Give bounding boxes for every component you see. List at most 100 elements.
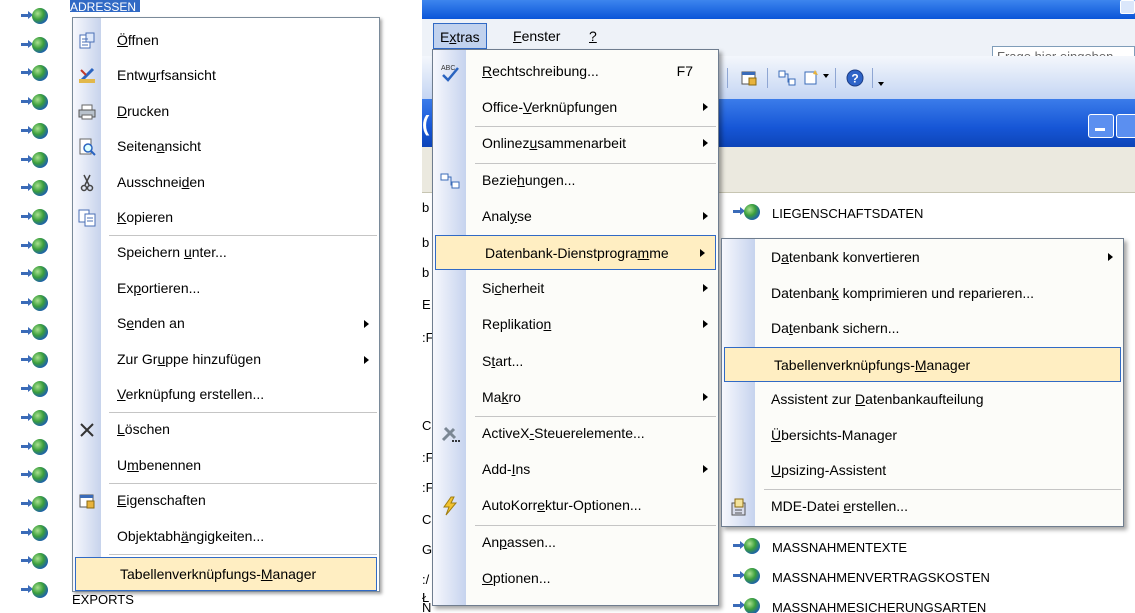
access-key: L [117,421,125,438]
table-link-icon[interactable] [20,295,60,317]
label-part: herheit [501,280,545,297]
cut-icon [78,174,96,192]
menu-item[interactable]: Office-Verknüpfungen [433,90,718,125]
new-object-icon[interactable] [802,69,820,87]
table-link-icon [732,204,772,226]
table-link-icon[interactable] [20,94,60,116]
context-menu-item[interactable]: Öffnen [73,24,379,58]
menu-item[interactable]: Sicherheit [433,271,718,306]
access-key: M [260,566,273,582]
label-part: Bezie [482,171,518,188]
toolbar-options-icon[interactable] [878,82,884,86]
label-part: Add- [482,461,512,478]
context-menu-item[interactable]: Exportieren... [73,272,379,306]
context-menu-item[interactable]: Zur Gruppe hinzufügen [73,343,379,377]
menu-extras[interactable]: Extras [433,23,487,49]
table-link-icon[interactable] [20,582,60,604]
menu-item[interactable]: MDE-Datei erstellen... [722,489,1123,524]
context-menu-item[interactable]: Ausschneiden [73,166,379,200]
menu-item[interactable]: ABC Rechtschreibung... F7 [433,54,718,89]
table-link-icon[interactable] [20,381,60,403]
object-label-exports[interactable]: EXPORTS [72,592,134,607]
context-menu-item-label: Seitenansicht [117,138,201,154]
toolbar-separator [727,68,728,88]
table-link-icon[interactable] [20,122,60,145]
table-link-icon[interactable] [20,36,60,59]
context-menu-item-label: Umbenennen [117,457,201,473]
table-link-icon[interactable] [20,180,60,202]
menu-item[interactable]: Tabellenverknüpfungs-Manager [724,346,1121,382]
access-key: p [133,279,142,296]
access-key: O [482,569,493,586]
table-link-icon[interactable] [20,151,60,174]
table-link-icon[interactable] [20,237,60,260]
menu-item[interactable]: Beziehungen... [433,163,718,198]
context-menu-item[interactable]: Drucken [73,95,379,129]
table-link-icon[interactable] [20,8,60,30]
access-key: a [781,249,789,265]
context-menu-item[interactable]: Seitenansicht [73,130,379,164]
relationships-icon[interactable] [778,69,796,87]
minimize-button[interactable] [1088,114,1114,138]
menu-item[interactable]: Datenbank sichern... [722,311,1123,346]
label-part: Entw [117,67,149,84]
table-link-icon[interactable] [20,266,60,288]
menu-item[interactable]: Upsizing-Assistent [722,453,1123,488]
table-link-icon[interactable] [20,323,60,346]
selected-object-label[interactable]: ADRESSEN [70,0,140,12]
table-link-icon[interactable] [20,352,60,374]
help-icon[interactable]: ? [846,69,864,87]
menu-item[interactable]: ActiveX-Steuerelemente... [433,416,718,451]
table-link-icon[interactable] [20,438,60,461]
table-link-icon[interactable] [20,65,60,87]
menu-fenster[interactable]: Fenster [507,23,566,49]
context-menu-item[interactable]: Kopieren [73,201,379,235]
context-menu-item[interactable]: Umbenennen [73,449,379,483]
menu-item[interactable]: AutoKorrektur-Optionen... [433,488,718,523]
properties-icon[interactable] [740,69,758,87]
menu-item[interactable]: Optionen... [433,561,718,596]
table-link-icon[interactable] [20,409,60,432]
menu-item[interactable]: Makro [433,380,718,415]
menu-item[interactable]: Analyse [433,199,718,234]
extras-menu: ABC Rechtschreibung... F7 Office-Verknüpfun… [432,49,719,606]
context-menu-item[interactable]: Verknüpfung erstellen... [73,378,379,412]
menu-item[interactable]: Anpassen... [433,525,718,560]
table-link-icon[interactable] [20,208,60,231]
menu-item[interactable]: Übersichts-Manager [722,418,1123,453]
menu-help[interactable]: ? [583,23,603,49]
access-key: m [637,245,650,261]
access-key: y [510,207,518,224]
context-menu-item[interactable]: Entwurfsansicht [73,59,379,93]
label-part: Replikatio [482,316,544,333]
dropdown-arrow-icon[interactable] [823,74,829,78]
context-menu-item[interactable]: Senden an [73,307,379,341]
menu-item[interactable]: Start... [433,344,718,379]
menu-item[interactable]: Datenbank-Dienstprogramme [435,235,716,270]
context-menu-item[interactable]: Speichern unter... [73,236,379,270]
label-part: en [189,173,205,190]
table-link-icon[interactable] [20,524,60,547]
access-key: V [117,386,126,402]
label-part: Objektabh [117,527,181,544]
table-link-icon[interactable] [20,467,60,489]
submenu-arrow-icon [1108,253,1113,261]
menu-item[interactable]: Datenbank komprimieren und reparieren... [722,276,1123,311]
context-menu-item[interactable]: Löschen [73,413,379,447]
context-menu-item[interactable]: Eigenschaften [73,484,379,518]
menu-item-label: ActiveX-Steuerelemente... [482,425,645,441]
window-control-button[interactable] [1120,0,1135,14]
table-link-icon[interactable] [20,495,60,518]
menu-item[interactable]: Onlinezusammenarbeit [433,126,718,161]
menu-item-label: Tabellenverknüpfungs-Manager [774,357,970,373]
maximize-button[interactable] [1116,114,1135,138]
menu-item[interactable]: Assistent zur Datenbankaufteilung [722,382,1123,417]
mde-file-icon [729,497,749,517]
table-link-icon[interactable] [20,553,60,575]
menu-item[interactable]: Replikation [433,307,718,342]
label-part: Anal [482,207,511,224]
context-menu-item[interactable]: Objektabhängigkeiten... [73,520,379,554]
menu-item[interactable]: Datenbank konvertieren [722,240,1123,275]
context-menu-item[interactable]: Tabellenverknüpfungs-Manager [75,557,377,591]
menu-item[interactable]: Add-Ins [433,452,718,487]
